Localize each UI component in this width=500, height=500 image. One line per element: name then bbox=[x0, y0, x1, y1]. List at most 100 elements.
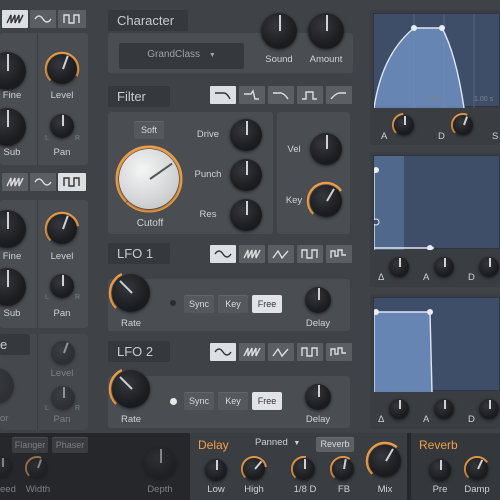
osc2-level-label: Level bbox=[50, 251, 74, 262]
fx-phaser-button[interactable]: Phaser bbox=[52, 437, 88, 453]
osc2-wave-square-button[interactable] bbox=[58, 173, 86, 191]
env1-decay-knob[interactable] bbox=[453, 115, 473, 135]
lfo2-delay-knob[interactable] bbox=[305, 384, 331, 410]
fx-delay-mode-dropdown[interactable]: Panned ▼ bbox=[255, 437, 300, 448]
osc1-pan-knob[interactable] bbox=[50, 114, 74, 138]
env3-delta-icon: Δ bbox=[378, 414, 385, 425]
env3-decay-knob[interactable] bbox=[479, 399, 499, 419]
osc3-divider bbox=[37, 334, 38, 430]
filter-soft-button[interactable]: Soft bbox=[134, 121, 164, 139]
filter-res-knob[interactable] bbox=[230, 199, 262, 231]
env2-attack-label: A bbox=[423, 272, 430, 283]
osc3-pan-knob[interactable] bbox=[51, 386, 75, 410]
filter-drive-knob[interactable] bbox=[230, 119, 262, 151]
lfo2-wave-sine-button[interactable] bbox=[210, 343, 236, 361]
env2-attack-knob[interactable] bbox=[434, 257, 454, 277]
env2-curve bbox=[374, 156, 434, 250]
fx-delay-title: Delay bbox=[198, 438, 229, 452]
env2-knob-1[interactable] bbox=[389, 257, 409, 277]
filter-type-gentle-button[interactable] bbox=[268, 86, 294, 104]
env3-knob-1[interactable] bbox=[389, 399, 409, 419]
fx-delay-low-knob[interactable] bbox=[205, 459, 227, 481]
lfo2-rate-knob[interactable] bbox=[112, 370, 150, 408]
sine-wave-icon bbox=[214, 250, 232, 258]
env3-attack-knob[interactable] bbox=[434, 399, 454, 419]
fx-delay-mix-knob[interactable] bbox=[369, 445, 401, 477]
filter-type-lowpass-button[interactable] bbox=[210, 86, 236, 104]
filter-vel-knob[interactable] bbox=[310, 133, 342, 165]
filter-type-peak-button[interactable] bbox=[239, 86, 265, 104]
highpass-icon bbox=[330, 92, 346, 100]
lfo2-free-button[interactable]: Free bbox=[252, 392, 282, 410]
fx-delay-high-knob[interactable] bbox=[243, 458, 265, 480]
lfo2-wave-saw-button[interactable] bbox=[239, 343, 265, 361]
lfo1-key-button[interactable]: Key bbox=[218, 295, 248, 313]
lfo2-key-button[interactable]: Key bbox=[218, 392, 248, 410]
filter-mod-panel bbox=[277, 112, 350, 234]
filter-title: Filter bbox=[108, 86, 170, 107]
lfo1-wave-triangle-button[interactable] bbox=[268, 245, 294, 263]
lfo1-wave-saw-button[interactable] bbox=[239, 245, 265, 263]
fx-flanger-button[interactable]: Flanger bbox=[12, 437, 48, 453]
env2-decay-knob[interactable] bbox=[479, 257, 499, 277]
lowpass-peak-icon bbox=[244, 89, 259, 100]
osc1-wave-sine-button[interactable] bbox=[30, 10, 56, 28]
osc2-divider bbox=[37, 200, 38, 328]
lfo2-indicator-led bbox=[170, 398, 177, 405]
env3-curve bbox=[374, 309, 433, 392]
lfo2-wave-square-button[interactable] bbox=[297, 343, 323, 361]
lfo1-sync-button[interactable]: Sync bbox=[184, 295, 214, 313]
character-amount-knob[interactable] bbox=[308, 13, 344, 49]
lfo1-wave-random-button[interactable] bbox=[326, 245, 352, 263]
fx-reverb-title: Reverb bbox=[419, 438, 458, 452]
fx-reverb-pre-label: Pre bbox=[432, 484, 448, 495]
fx-reverb-damp-knob[interactable] bbox=[466, 458, 488, 480]
fx-delay-reverb-send-button[interactable]: Reverb bbox=[316, 437, 354, 452]
osc1-wave-square-button[interactable] bbox=[58, 10, 86, 28]
osc2-pan-knob[interactable] bbox=[50, 274, 74, 298]
osc1-wave-saw-button[interactable] bbox=[2, 10, 28, 28]
osc3-title: e bbox=[0, 334, 30, 355]
osc1-level-knob[interactable] bbox=[47, 54, 77, 84]
filter-type-highpass-button[interactable] bbox=[326, 86, 352, 104]
saw-wave-icon bbox=[243, 347, 261, 357]
osc2-wave-saw-button[interactable] bbox=[2, 173, 28, 191]
env2-graph[interactable] bbox=[373, 155, 500, 250]
lfo2-sync-button[interactable]: Sync bbox=[184, 392, 214, 410]
osc3-knob-partial[interactable] bbox=[0, 368, 14, 404]
lfo1-delay-knob[interactable] bbox=[305, 287, 331, 313]
lfo2-wave-triangle-button[interactable] bbox=[268, 343, 294, 361]
filter-cutoff-knob[interactable] bbox=[119, 149, 179, 209]
character-sound-knob[interactable] bbox=[261, 13, 297, 49]
saw-wave-icon bbox=[6, 177, 24, 187]
lfo1-wave-square-button[interactable] bbox=[297, 245, 323, 263]
osc2-wave-sine-button[interactable] bbox=[30, 173, 56, 191]
lfo1-wave-sine-button[interactable] bbox=[210, 245, 236, 263]
lfo2-rate-label: Rate bbox=[120, 414, 142, 425]
lfo1-rate-knob[interactable] bbox=[112, 274, 150, 312]
lfo2-wave-random-button[interactable] bbox=[326, 343, 352, 361]
env1-attack-knob[interactable] bbox=[394, 115, 414, 135]
osc1-divider bbox=[37, 33, 38, 165]
fx-delay-fb-label: FB bbox=[337, 484, 351, 495]
env3-graph[interactable] bbox=[373, 297, 500, 392]
filter-type-bandpass-button[interactable] bbox=[297, 86, 323, 104]
osc1-fine-label: Fine bbox=[2, 90, 22, 101]
osc3-level-knob[interactable] bbox=[51, 341, 75, 365]
fx-reverb-pre-knob[interactable] bbox=[429, 459, 451, 481]
fx-delay-time-knob[interactable] bbox=[293, 458, 315, 480]
filter-punch-knob[interactable] bbox=[230, 159, 262, 191]
fx-depth-knob[interactable] bbox=[144, 447, 176, 479]
character-preset-dropdown[interactable]: GrandClass ▼ bbox=[119, 43, 244, 69]
fx-delay-fb-knob[interactable] bbox=[332, 458, 354, 480]
env1-graph[interactable]: 1.00 s 1.00 s bbox=[373, 13, 500, 108]
osc2-level-knob[interactable] bbox=[47, 214, 77, 244]
env3-attack-label: A bbox=[423, 414, 430, 425]
filter-vel-label: Vel bbox=[287, 144, 301, 155]
osc1-pan-l-label: L bbox=[45, 135, 49, 142]
square-wave-icon bbox=[63, 14, 80, 24]
fx-width-knob[interactable] bbox=[27, 458, 47, 478]
lfo1-title: LFO 1 bbox=[108, 243, 170, 264]
lfo1-free-button[interactable]: Free bbox=[252, 295, 282, 313]
filter-key-knob[interactable] bbox=[310, 185, 342, 217]
